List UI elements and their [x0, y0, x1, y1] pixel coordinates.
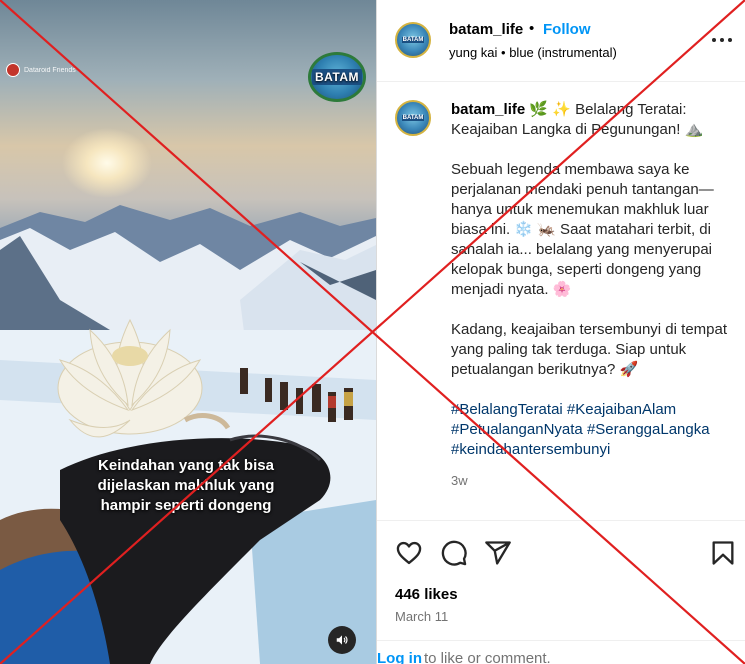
login-prompt-text: to like or comment.	[424, 650, 551, 664]
post-panel: BATAM batam_life • Follow yung kai • blu…	[377, 0, 745, 664]
more-options-icon[interactable]	[711, 30, 733, 50]
caption-title: batam_life 🌿 ✨ Belalang Teratai: Keajaib…	[451, 100, 735, 140]
watermark-logo-icon	[6, 63, 20, 77]
caption-paragraph-1: Sebuah legenda membawa saya ke perjalana…	[451, 161, 714, 298]
hashtag-link[interactable]: #PetualanganNyata	[451, 421, 583, 438]
caption-paragraph-2: Kadang, keajaiban tersembunyi di tempat …	[451, 321, 728, 378]
post-date: March 11	[395, 609, 449, 624]
audio-track[interactable]: yung kai • blue (instrumental)	[449, 45, 617, 60]
video-watermark: Dataroid Friends	[6, 63, 76, 77]
caption-avatar[interactable]: BATAM	[395, 100, 431, 136]
caption-timestamp[interactable]: 3w	[451, 473, 468, 488]
share-icon[interactable]	[484, 539, 512, 567]
hashtag-list: #BelalangTeratai #KeajaibanAlam #Petuala…	[451, 400, 735, 460]
hashtag-link[interactable]: #KeajaibanAlam	[567, 401, 676, 418]
login-bar: Log in to like or comment.	[377, 640, 745, 664]
post-header: BATAM batam_life • Follow yung kai • blu…	[377, 0, 745, 82]
hashtag-link[interactable]: #keindahantersembunyi	[451, 441, 610, 458]
batam-logo-text: BATAM	[311, 69, 363, 85]
header-separator: •	[529, 20, 535, 37]
batam-logo: BATAM	[308, 52, 366, 102]
comment-icon[interactable]	[440, 539, 468, 567]
caption-avatar-text: BATAM	[401, 115, 425, 121]
avatar[interactable]: BATAM	[395, 22, 431, 58]
avatar-text: BATAM	[401, 37, 425, 43]
hashtag-link[interactable]: #BelalangTeratai	[451, 401, 563, 418]
mountain-scene	[0, 205, 376, 664]
volume-button[interactable]	[328, 626, 356, 654]
heart-icon[interactable]	[395, 539, 423, 567]
watermark-text: Dataroid Friends	[24, 66, 76, 74]
login-link[interactable]: Log in	[377, 650, 422, 664]
action-bar	[377, 520, 745, 586]
caption-text: batam_life 🌿 ✨ Belalang Teratai: Keajaib…	[451, 100, 735, 460]
follow-button[interactable]: Follow	[543, 21, 591, 38]
like-count[interactable]: 446 likes	[395, 586, 458, 603]
post-video[interactable]: Dataroid Friends BATAM Keindahan yang ta…	[0, 0, 376, 664]
header-username[interactable]: batam_life	[449, 21, 523, 38]
volume-icon	[336, 635, 348, 645]
bookmark-icon[interactable]	[709, 539, 737, 567]
caption-username[interactable]: batam_life	[451, 101, 525, 118]
video-caption-overlay: Keindahan yang tak bisa dijelaskan makhl…	[97, 457, 275, 514]
hashtag-link[interactable]: #SeranggaLangka	[587, 421, 710, 438]
comments-section[interactable]: BATAM batam_life 🌿 ✨ Belalang Teratai: K…	[377, 83, 745, 517]
